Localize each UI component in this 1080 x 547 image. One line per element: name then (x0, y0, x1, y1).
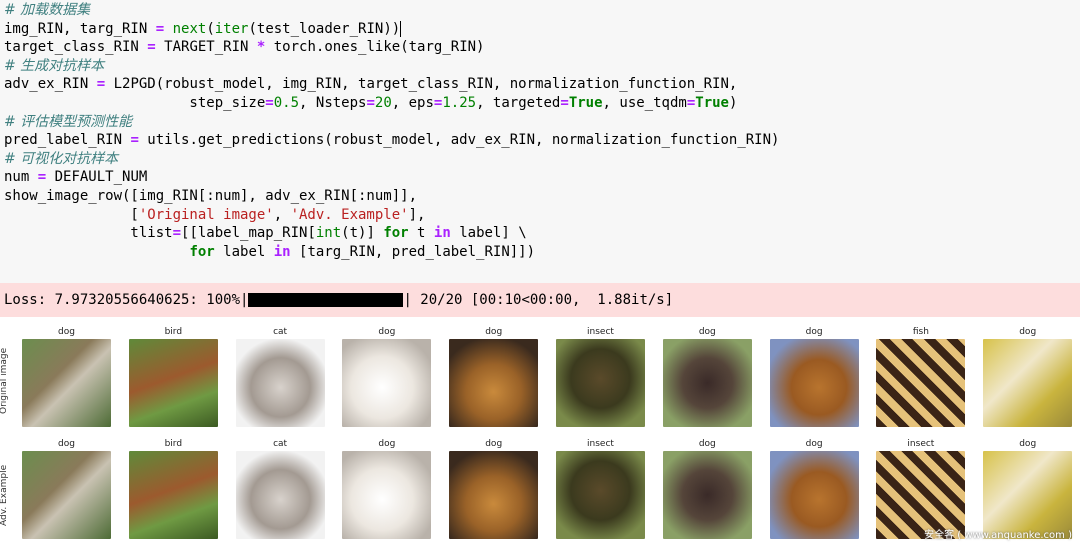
adversarial-tile: insect (876, 438, 966, 539)
adversarial-tile: dog (662, 438, 752, 539)
comment-eval: # 评估模型预测性能 (4, 113, 133, 130)
adversarial-tile-title: insect (907, 439, 935, 449)
adversarial-tile: bird (128, 438, 218, 539)
code-line-3: target_class_RIN = TARGET_RIN * torch.on… (4, 39, 485, 56)
code-line-7: # 评估模型预测性能 (4, 113, 1080, 132)
adversarial-image (235, 451, 325, 539)
row-label-original: Original image (0, 347, 9, 414)
original-tile: dog (769, 326, 859, 427)
adversarial-tile-title: dog (1019, 439, 1037, 449)
original-image (22, 339, 111, 427)
code-line-8: pred_label_RIN = utils.get_predictions(r… (4, 132, 780, 149)
original-image (128, 339, 218, 427)
original-tile-title: dog (805, 327, 823, 337)
adversarial-tile: dog (983, 438, 1073, 539)
row-label-adversarial: Adv. Example (0, 464, 9, 526)
original-image (769, 339, 859, 427)
adversarial-tile-title: bird (164, 439, 183, 449)
original-tile-title: cat (273, 327, 288, 337)
code-line-5: adv_ex_RIN = L2PGD(robust_model, img_RIN… (4, 76, 738, 93)
original-tile: dog (449, 326, 539, 427)
adversarial-tile: dog (342, 438, 432, 539)
code-line-6: step_size=0.5, Nsteps=20, eps=1.25, targ… (4, 94, 738, 111)
code-line-2: img_RIN, targ_RIN = next(iter(test_loade… (4, 20, 402, 37)
original-image (876, 339, 966, 427)
adversarial-image (662, 451, 752, 539)
code-line-1: # 加载数据集 (4, 1, 1080, 20)
watermark: 安全客 ( www.anquanke.com ) (924, 530, 1072, 541)
original-image (662, 339, 752, 427)
original-tile-title: dog (485, 327, 503, 337)
progress-suffix: | 20/20 [00:10<00:00, 1.88it/s] (403, 292, 674, 308)
code-line-10: num = DEFAULT_NUM (4, 169, 148, 186)
adversarial-tile-title: dog (698, 439, 716, 449)
comment-load-data: # 加载数据集 (4, 2, 91, 18)
original-tile-title: dog (698, 327, 716, 337)
code-line-11: show_image_row([img_RIN[:num], adv_ex_RI… (4, 187, 418, 204)
original-image (235, 339, 325, 427)
progress-prefix: Loss: 7.97320556640625: 100%| (4, 292, 249, 308)
original-tile-title: dog (378, 327, 396, 337)
adversarial-tile-title: dog (378, 439, 396, 449)
adversarial-tile: dog (769, 438, 859, 539)
original-image (556, 339, 645, 427)
original-tile: bird (128, 326, 218, 427)
adversarial-image (128, 451, 218, 539)
code-cell[interactable]: # 加载数据集 img_RIN, targ_RIN = next(iter(te… (0, 0, 1080, 283)
original-tile: dog (342, 326, 432, 427)
original-tile-title: insect (587, 327, 614, 337)
original-tile: fish (876, 326, 966, 427)
adversarial-tile-title: dog (805, 439, 823, 449)
stderr-output: Loss: 7.97320556640625: 100%| | 20/20 [00… (0, 283, 1080, 317)
comment-gen-adv: # 生成对抗样本 (4, 57, 105, 74)
adversarial-tile: dog (22, 438, 111, 539)
progress-bar (248, 293, 404, 307)
adversarial-tile-title: dog (485, 439, 503, 449)
original-tile: insect (556, 326, 645, 427)
adversarial-image (449, 451, 539, 539)
adversarial-tile: cat (235, 438, 325, 539)
original-image (983, 339, 1073, 427)
adversarial-image (342, 451, 432, 539)
adversarial-image (769, 451, 859, 539)
adversarial-tile-title: insect (587, 439, 614, 449)
comment-visualize: # 可视化对抗样本 (4, 150, 119, 167)
original-tile-title: fish (912, 327, 929, 337)
text-cursor (400, 20, 402, 37)
original-tile: dog (983, 326, 1073, 427)
original-tile: dog (22, 326, 111, 427)
adversarial-tile: insect (556, 438, 645, 539)
original-image (449, 339, 539, 427)
adversarial-tile-title: dog (58, 439, 75, 449)
original-tile-title: dog (58, 327, 75, 337)
adversarial-tile: dog (449, 438, 539, 539)
code-line-13: tlist=[[label_map_RIN[int(t)] for t in l… (4, 225, 527, 242)
image-grid: Original image Adv. Example dog bird cat do… (0, 322, 1080, 547)
original-tile: dog (662, 326, 752, 427)
code-line-14: for label in [targ_RIN, pred_label_RIN]]… (189, 243, 536, 260)
adversarial-image (556, 451, 645, 539)
code-line-9: # 可视化对抗样本 (4, 150, 1080, 169)
adversarial-image (22, 451, 111, 539)
original-tile-title: bird (164, 327, 183, 337)
code-line-4: # 生成对抗样本 (4, 57, 1080, 76)
original-tile: cat (235, 326, 325, 427)
original-tile-title: dog (1019, 327, 1037, 337)
original-image (342, 339, 432, 427)
code-line-12: ['Original image', 'Adv. Example'], (4, 206, 426, 223)
adversarial-tile-title: cat (273, 439, 288, 449)
